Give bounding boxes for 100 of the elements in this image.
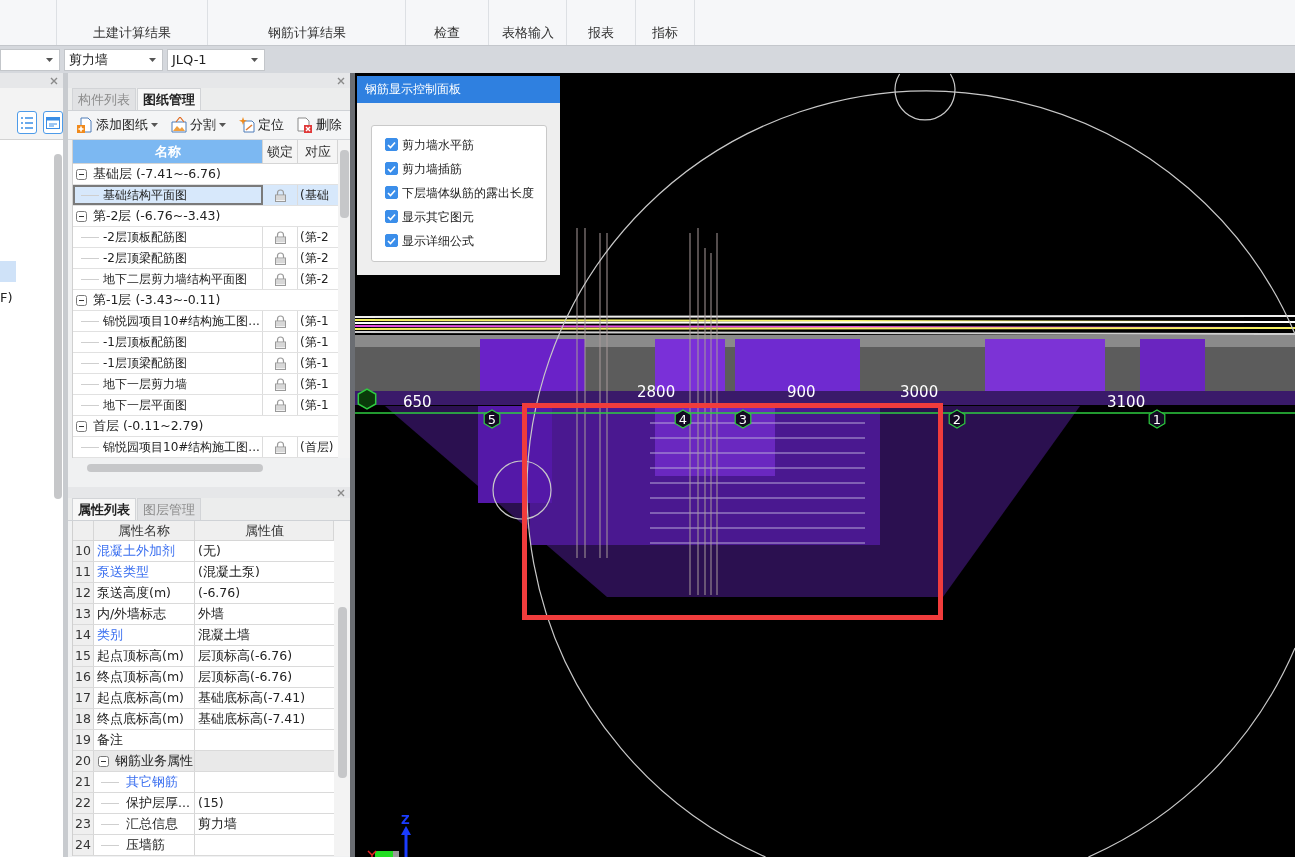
group-label[interactable]: 第-2层 (-6.76~-3.43) xyxy=(93,207,221,225)
table-cell: -2层顶板配筋图 xyxy=(73,227,263,247)
table-row[interactable]: 地下一层剪力墙 (第-1 xyxy=(73,374,338,395)
option-label[interactable]: 剪力墙水平筋 xyxy=(402,137,474,152)
row-number: 22 xyxy=(73,793,94,813)
table-row[interactable]: -2层顶梁配筋图 (第-2 xyxy=(73,248,338,269)
lock-icon[interactable] xyxy=(274,440,286,454)
close-icon[interactable] xyxy=(337,76,345,85)
caret-icon xyxy=(251,57,258,62)
table-cell-text: (第-2 xyxy=(299,271,330,288)
table-cell-text: (首层) xyxy=(299,439,335,456)
option-label[interactable]: 下层墙体纵筋的露出长度 xyxy=(402,185,534,200)
column-header[interactable]: 对应 xyxy=(298,140,338,164)
ribbon-group-label: 土建计算结果 xyxy=(93,24,171,42)
row-number: 17 xyxy=(73,688,94,708)
close-icon[interactable] xyxy=(337,488,345,497)
check-icon xyxy=(387,236,396,245)
toolbar-button[interactable]: 定位 xyxy=(237,114,286,136)
collapse-icon[interactable] xyxy=(76,210,87,222)
table-cell: 地下一层剪力墙 xyxy=(73,374,263,394)
combo-box[interactable]: 剪力墙 xyxy=(64,48,163,71)
group-label[interactable]: 钢筋业务属性 xyxy=(115,752,193,770)
axis-marker: 5 xyxy=(483,409,501,429)
toolbar-button[interactable]: 删除 xyxy=(295,114,344,136)
table-cell: -1层顶板配筋图 xyxy=(73,332,263,352)
option-label[interactable]: 显示其它图元 xyxy=(402,209,474,224)
window-view-button[interactable] xyxy=(43,111,63,134)
group-label[interactable]: 第-1层 (-3.43~-0.11) xyxy=(93,291,221,309)
caret-icon xyxy=(149,57,156,62)
lock-icon[interactable] xyxy=(274,230,286,244)
table-row[interactable]: 锦悦园项目10#结构施工图... (第-1 xyxy=(73,311,338,332)
table-row[interactable]: 基础结构平面图 (基础 xyxy=(73,185,338,206)
horizontal-scrollbar[interactable] xyxy=(87,464,263,472)
axis-label: Z xyxy=(401,813,410,827)
dimension-label: 2800 xyxy=(637,383,676,401)
ribbon-group-label: 表格输入 xyxy=(501,24,554,42)
table-cell-text: (第-2 xyxy=(299,250,330,267)
checkbox[interactable] xyxy=(385,234,398,247)
collapse-icon[interactable] xyxy=(76,294,87,306)
row-number: 23 xyxy=(73,814,94,834)
table-row[interactable]: 地下一层平面图 (第-1 xyxy=(73,395,338,416)
collapse-icon[interactable] xyxy=(98,755,109,767)
group-label[interactable]: 基础层 (-7.41~-6.76) xyxy=(93,165,221,183)
collapse-icon[interactable] xyxy=(76,168,87,180)
dimension-label: 3000 xyxy=(900,383,939,401)
lock-icon[interactable] xyxy=(274,188,286,202)
ribbon-group-label: 钢筋计算结果 xyxy=(267,24,346,42)
table-cell: 基础结构平面图 xyxy=(73,185,263,205)
ribbon-group-label: 指标 xyxy=(652,24,678,42)
vertical-scrollbar[interactable] xyxy=(337,607,347,778)
column-header: 属性值 xyxy=(195,521,334,541)
table-row[interactable]: 锦悦园项目10#结构施工图... (首层) xyxy=(73,437,338,458)
vertical-scrollbar[interactable] xyxy=(54,154,62,499)
checkbox[interactable] xyxy=(385,210,398,223)
table-cell: 终点底标高(m) xyxy=(94,709,195,729)
close-icon[interactable] xyxy=(50,76,58,85)
toolbar-button[interactable]: 分割 xyxy=(169,114,228,136)
table-cell: 锦悦园项目10#结构施工图... xyxy=(73,311,263,331)
table-row[interactable]: -1层顶梁配筋图 (第-1 xyxy=(73,353,338,374)
lock-icon[interactable] xyxy=(274,356,286,370)
table-cell: 地下一层平面图 xyxy=(73,395,263,415)
panel-title: 钢筋显示控制面板 xyxy=(357,76,560,103)
lock-icon[interactable] xyxy=(274,272,286,286)
row-number: 11 xyxy=(73,562,94,582)
hexagon-marker-icon xyxy=(357,388,377,410)
row-number: 18 xyxy=(73,709,94,729)
list-view-button[interactable] xyxy=(17,111,37,134)
table-row[interactable]: -2层顶板配筋图 (第-2 xyxy=(73,227,338,248)
lock-icon[interactable] xyxy=(274,335,286,349)
checkbox[interactable] xyxy=(385,138,398,151)
document-delete-icon xyxy=(297,117,313,133)
ribbon-group-label: 报表 xyxy=(588,24,614,42)
column-header[interactable]: 锁定 xyxy=(263,140,298,164)
collapse-icon[interactable] xyxy=(76,420,87,432)
row-number: 24 xyxy=(73,835,94,855)
lock-icon[interactable] xyxy=(274,377,286,391)
lock-icon[interactable] xyxy=(274,314,286,328)
tab[interactable]: 属性列表 xyxy=(72,498,136,520)
option-label[interactable]: 剪力墙插筋 xyxy=(402,161,462,176)
row-number: 19 xyxy=(73,730,94,750)
row-number: 21 xyxy=(73,772,94,792)
vertical-scrollbar[interactable] xyxy=(339,150,349,218)
table-cell: 混凝土外加剂 xyxy=(94,541,195,561)
table-row[interactable]: 地下二层剪力墙结构平面图 (第-2 xyxy=(73,269,338,290)
table-cell: -1层顶梁配筋图 xyxy=(73,353,263,373)
toolbar-button[interactable]: 添加图纸 xyxy=(75,114,160,136)
checkbox[interactable] xyxy=(385,186,398,199)
tree-item[interactable]: F) xyxy=(0,287,16,308)
table-row[interactable]: -1层顶板配筋图 (第-1 xyxy=(73,332,338,353)
checkbox[interactable] xyxy=(385,162,398,175)
group-label[interactable]: 首层 (-0.11~2.79) xyxy=(93,417,204,435)
check-icon xyxy=(387,212,396,221)
combo-box[interactable]: JLQ-1 xyxy=(167,48,265,71)
combo-box[interactable] xyxy=(0,48,60,71)
lock-icon[interactable] xyxy=(274,251,286,265)
tab[interactable]: 图纸管理 xyxy=(137,88,201,110)
lock-icon[interactable] xyxy=(274,398,286,412)
option-label[interactable]: 显示详细公式 xyxy=(402,233,474,248)
table-cell-text: (第-2 xyxy=(299,229,330,246)
table-cell: 终点顶标高(m) xyxy=(94,667,195,687)
